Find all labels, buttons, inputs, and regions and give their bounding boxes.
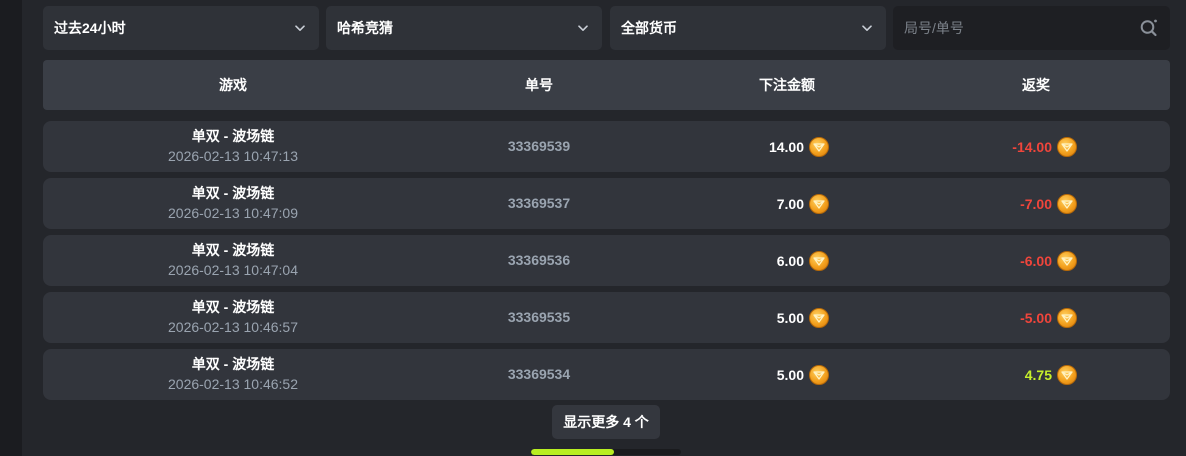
coin-icon <box>1057 136 1077 157</box>
load-progress-bar <box>531 449 681 455</box>
time-range-label: 过去24小时 <box>54 20 126 36</box>
coin-icon <box>809 136 829 157</box>
table-row[interactable]: 单双 - 波场链 2026-02-13 10:47:13 33369539 14… <box>43 121 1170 172</box>
order-number[interactable]: 33369536 <box>439 235 639 286</box>
bet-time: 2026-02-13 10:46:52 <box>168 376 298 392</box>
order-number[interactable]: 33369535 <box>439 292 639 343</box>
column-header-bet-amount: 下注金额 <box>759 77 815 93</box>
column-header-game: 游戏 <box>219 77 247 93</box>
filter-bar: 过去24小时 哈希竞猜 全部货币 <box>43 6 1170 50</box>
bet-amount-cell: 6.00 <box>643 235 829 286</box>
column-header-payout: 返奖 <box>1022 77 1050 93</box>
payout-amount: 4.75 <box>1024 366 1052 383</box>
order-number[interactable]: 33369539 <box>439 121 639 172</box>
bet-amount-cell: 5.00 <box>643 292 829 343</box>
payout-cell: -7.00 <box>873 178 1077 229</box>
left-sidebar-edge <box>0 0 22 456</box>
chevron-down-icon <box>860 21 874 35</box>
game-name: 单双 - 波场链 <box>191 356 275 372</box>
game-name: 单双 - 波场链 <box>191 185 275 201</box>
payout-amount: -5.00 <box>1020 309 1052 326</box>
table-row[interactable]: 单双 - 波场链 2026-02-13 10:47:09 33369537 7.… <box>43 178 1170 229</box>
search-box <box>893 6 1170 50</box>
coin-icon <box>809 193 829 214</box>
order-number[interactable]: 33369534 <box>439 349 639 400</box>
coin-icon <box>1057 307 1077 328</box>
game-name: 单双 - 波场链 <box>191 128 275 144</box>
column-header-order-no: 单号 <box>525 77 553 93</box>
chevron-down-icon <box>576 21 590 35</box>
coin-icon <box>809 307 829 328</box>
time-range-select[interactable]: 过去24小时 <box>43 6 319 50</box>
bet-time: 2026-02-13 10:47:13 <box>168 148 298 164</box>
table-row[interactable]: 单双 - 波场链 2026-02-13 10:46:57 33369535 5.… <box>43 292 1170 343</box>
payout-amount: -14.00 <box>1012 138 1052 155</box>
bet-amount: 14.00 <box>768 138 804 155</box>
game-name: 单双 - 波场链 <box>191 242 275 258</box>
game-cell: 单双 - 波场链 2026-02-13 10:46:52 <box>133 354 333 394</box>
order-number[interactable]: 33369537 <box>439 178 639 229</box>
payout-cell: -6.00 <box>873 235 1077 286</box>
game-cell: 单双 - 波场链 2026-02-13 10:47:09 <box>133 183 333 223</box>
search-input[interactable] <box>904 20 1124 36</box>
coin-icon <box>1057 193 1077 214</box>
bet-amount: 5.00 <box>776 366 804 383</box>
payout-cell: -5.00 <box>873 292 1077 343</box>
table-row[interactable]: 单双 - 波场链 2026-02-13 10:46:52 33369534 5.… <box>43 349 1170 400</box>
bet-amount-cell: 14.00 <box>643 121 829 172</box>
table-header: 游戏 单号 下注金额 返奖 <box>43 60 1170 110</box>
game-cell: 单双 - 波场链 2026-02-13 10:47:13 <box>133 126 333 166</box>
coin-icon <box>1057 250 1077 271</box>
chevron-down-icon <box>293 21 307 35</box>
game-name: 单双 - 波场链 <box>191 299 275 315</box>
payout-cell: 4.75 <box>873 349 1077 400</box>
bet-amount-cell: 5.00 <box>643 349 829 400</box>
bet-amount: 6.00 <box>776 252 804 269</box>
bet-amount: 7.00 <box>776 195 804 212</box>
search-icon[interactable] <box>1138 17 1160 39</box>
currency-select[interactable]: 全部货币 <box>610 6 886 50</box>
bet-time: 2026-02-13 10:46:57 <box>168 319 298 335</box>
game-cell: 单双 - 波场链 2026-02-13 10:47:04 <box>133 240 333 280</box>
show-more-button[interactable]: 显示更多 4 个 <box>552 405 660 439</box>
coin-icon <box>809 364 829 385</box>
payout-cell: -14.00 <box>873 121 1077 172</box>
game-select[interactable]: 哈希竞猜 <box>326 6 602 50</box>
game-select-label: 哈希竞猜 <box>337 20 393 36</box>
coin-icon <box>809 250 829 271</box>
bet-time: 2026-02-13 10:47:04 <box>168 262 298 278</box>
payout-amount: -7.00 <box>1020 195 1052 212</box>
bet-amount: 5.00 <box>776 309 804 326</box>
coin-icon <box>1057 364 1077 385</box>
game-cell: 单双 - 波场链 2026-02-13 10:46:57 <box>133 297 333 337</box>
currency-select-label: 全部货币 <box>621 20 677 36</box>
payout-amount: -6.00 <box>1020 252 1052 269</box>
table-row[interactable]: 单双 - 波场链 2026-02-13 10:47:04 33369536 6.… <box>43 235 1170 286</box>
load-progress-fill <box>531 449 614 455</box>
bet-amount-cell: 7.00 <box>643 178 829 229</box>
bet-time: 2026-02-13 10:47:09 <box>168 205 298 221</box>
